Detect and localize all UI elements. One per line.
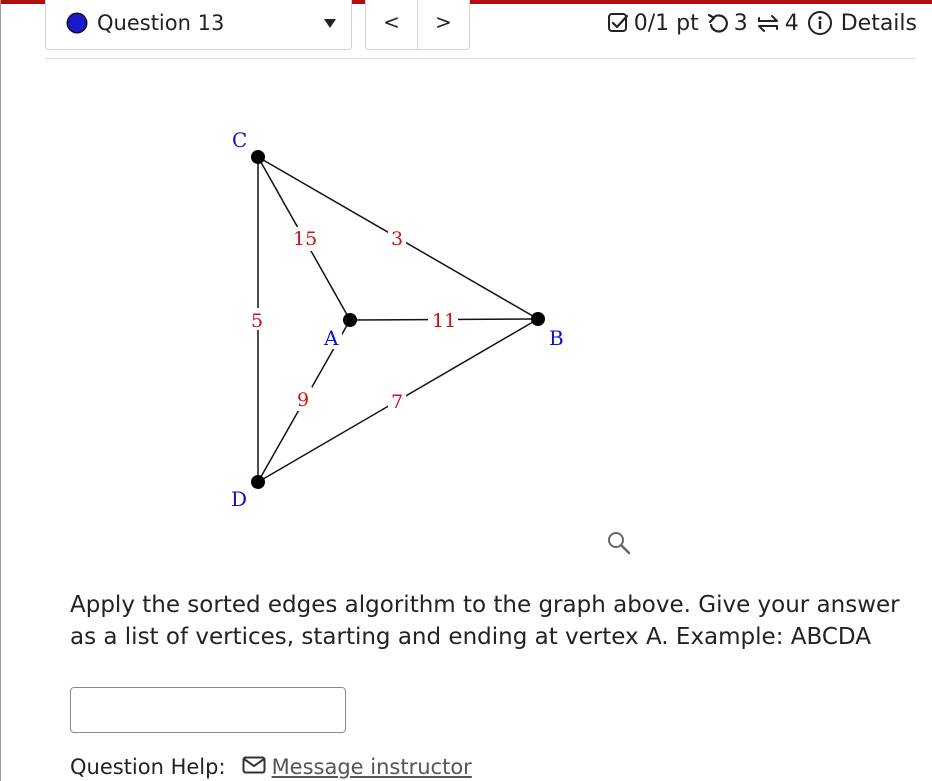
message-instructor-label: Message instructor <box>271 755 472 779</box>
vertex-b <box>531 312 545 326</box>
vertex-c <box>251 150 265 164</box>
envelope-icon <box>242 755 266 779</box>
vertex-label-d: D <box>231 487 247 511</box>
edge-weight-a-b: 11 <box>432 310 456 332</box>
magnify-icon[interactable] <box>606 530 632 560</box>
vertex-a <box>343 313 357 327</box>
answer-input[interactable] <box>70 687 346 733</box>
vertex-label-b: B <box>549 326 564 350</box>
edge-weight-c-b: 3 <box>391 228 403 250</box>
edge-weight-d-b: 7 <box>391 391 403 413</box>
question-help: Question Help: Message instructor <box>70 755 472 779</box>
edge-weight-c-d: 5 <box>251 310 263 332</box>
message-instructor-link[interactable]: Message instructor <box>242 755 472 779</box>
graph-figure: 5 15 3 11 9 7 C A B D <box>231 128 564 511</box>
edge-weight-a-d: 9 <box>297 389 309 411</box>
vertex-label-c: C <box>232 128 247 152</box>
vertex-label-a: A <box>323 326 339 350</box>
question-prompt: Apply the sorted edges algorithm to the … <box>70 592 900 650</box>
question-help-label: Question Help: <box>70 755 226 779</box>
vertex-d <box>251 475 265 489</box>
edge-weight-c-a: 15 <box>293 228 317 250</box>
